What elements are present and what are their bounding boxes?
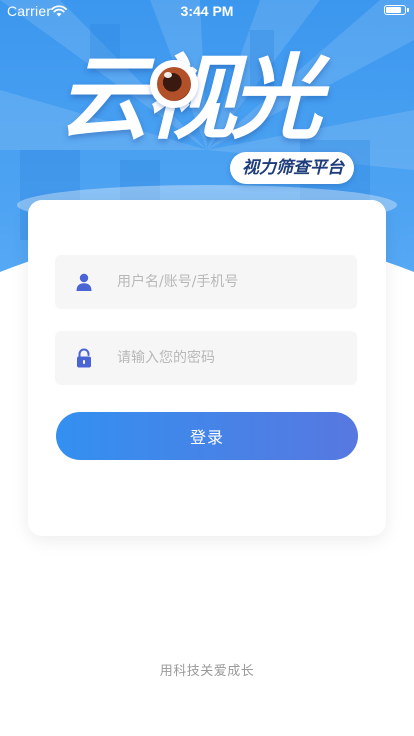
login-button[interactable]: 登录: [56, 412, 358, 460]
footer-slogan: 用科技关爱成长: [159, 664, 255, 679]
logo-tagline: 视力筛查平台: [230, 152, 354, 184]
eye-glint: [164, 72, 172, 78]
login-screen: Carrier 3:44 PM 云视光 视力筛查平台: [0, 0, 414, 736]
username-input[interactable]: [117, 255, 347, 309]
status-bar: Carrier 3:44 PM: [0, 0, 414, 22]
battery-icon: [384, 5, 409, 15]
clock: 3:44 PM: [180, 3, 234, 19]
lock-icon: [75, 348, 93, 368]
password-input[interactable]: [117, 331, 347, 385]
battery-level: [386, 7, 401, 13]
username-field[interactable]: [55, 255, 357, 309]
eye-icon: [150, 60, 198, 108]
login-card: 登录: [28, 200, 386, 536]
app-logo: 云视光 视力筛查平台: [48, 44, 378, 194]
eye-iris: [157, 67, 191, 101]
user-icon: [75, 272, 93, 292]
password-field[interactable]: [55, 331, 357, 385]
